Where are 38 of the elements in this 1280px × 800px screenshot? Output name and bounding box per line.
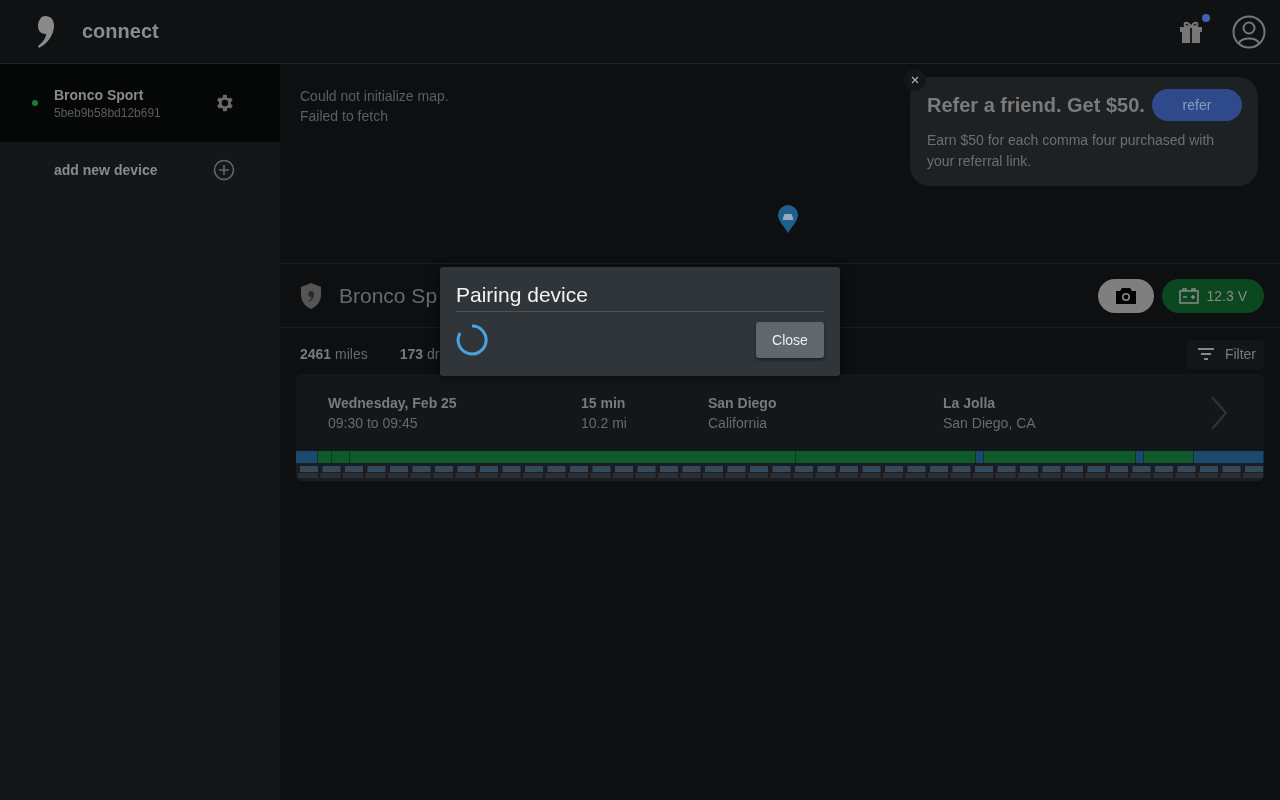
camera-icon	[1114, 286, 1137, 305]
battery-voltage-button[interactable]: 12.3 V	[1161, 278, 1264, 313]
referral-title: Refer a friend. Get $50.	[927, 93, 1145, 117]
trip-detail: 15 min	[581, 394, 627, 411]
trip-detail: California	[708, 414, 769, 431]
device-name: Bronco Sport	[54, 86, 145, 103]
close-button[interactable]: Close	[756, 322, 824, 358]
device-id: 5beb9b58bd12b691	[54, 105, 162, 120]
close-button[interactable]	[904, 69, 926, 91]
trip-detail: La Jolla	[943, 394, 997, 411]
refer-button[interactable]: refer	[1152, 89, 1242, 121]
stat-text: 173 dr	[399, 346, 440, 362]
referral-text: Earn $50 for each comma four purchased with your referral link.	[927, 131, 1216, 171]
gift-icon	[1178, 19, 1204, 44]
car-pin-icon	[777, 204, 799, 234]
filter-icon	[1196, 347, 1215, 361]
vehicle-name: Bronco Sp	[339, 283, 438, 308]
trip-card[interactable]: Wednesday, Feb 25 09:30 to 09:45 15 min 10.2 mi San Diego California La Jolla San Diego, CA	[296, 374, 1264, 481]
add-icon[interactable]	[213, 159, 235, 181]
trip-detail: San Diego, CA	[943, 414, 1037, 431]
trip-detail: San Diego	[708, 394, 778, 411]
add-device-link[interactable]: add new device	[54, 162, 213, 178]
filter-button[interactable]: Filter	[1186, 339, 1264, 369]
trip-detail: Wednesday, Feb 25	[328, 394, 458, 411]
account-icon[interactable]	[1232, 14, 1266, 49]
stat-text: 2461 miles	[300, 346, 368, 362]
battery-icon	[1178, 287, 1199, 304]
trip-detail: 09:30 to 09:45	[328, 414, 419, 431]
trip-detail: 10.2 mi	[581, 414, 628, 431]
camera-button[interactable]	[1097, 278, 1154, 313]
loading-spinner-icon	[456, 324, 488, 356]
error-message: Failed to fetch	[300, 107, 388, 126]
dialog-title: Pairing device	[456, 283, 824, 312]
device-item[interactable]: Bronco Sport 5beb9b58bd12b691	[0, 64, 280, 142]
shield-icon	[299, 281, 323, 310]
close-icon	[911, 76, 919, 84]
error-message: Could not initialize map.	[300, 87, 449, 106]
app-title: connect	[82, 20, 159, 43]
